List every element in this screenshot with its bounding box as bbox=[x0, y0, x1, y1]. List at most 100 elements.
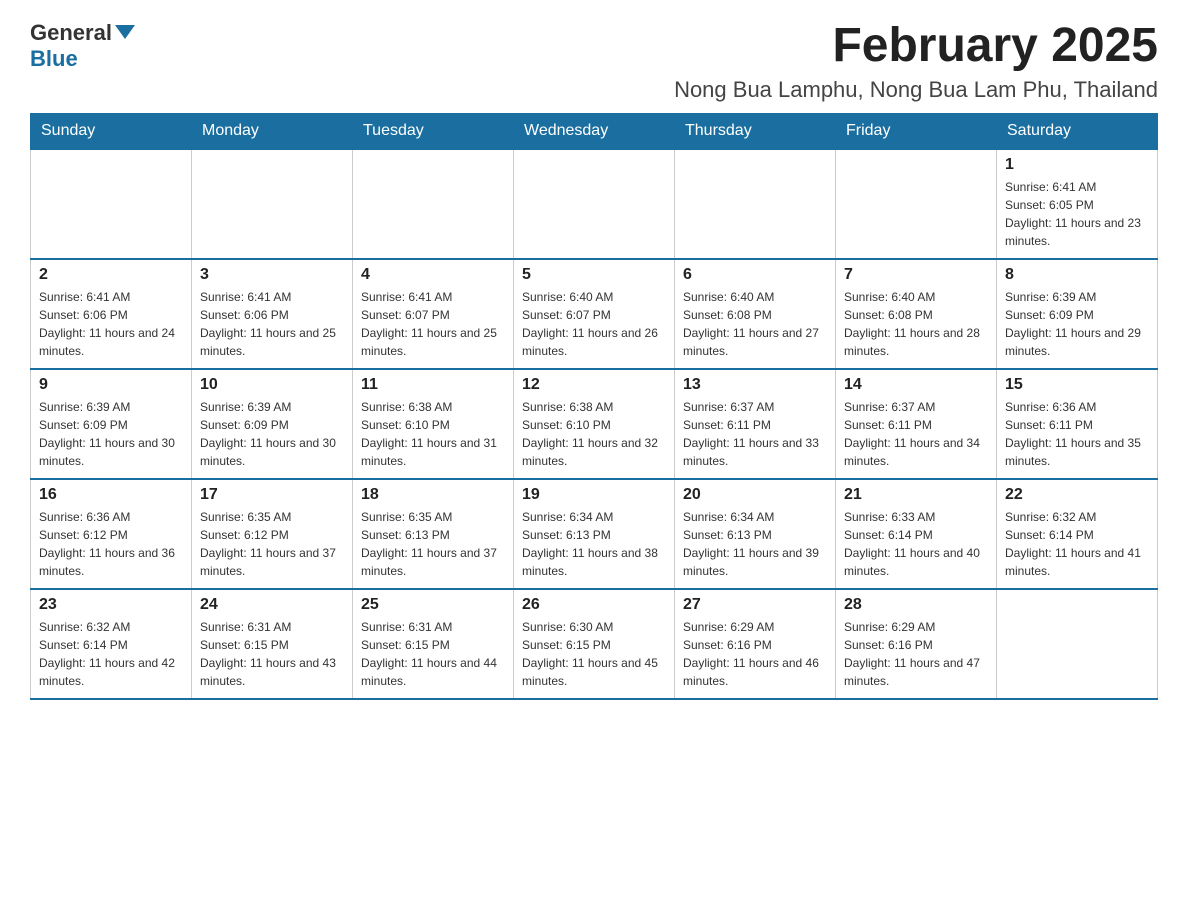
day-info: Sunrise: 6:35 AM Sunset: 6:13 PM Dayligh… bbox=[361, 508, 505, 580]
calendar-cell: 4Sunrise: 6:41 AM Sunset: 6:07 PM Daylig… bbox=[353, 259, 514, 369]
calendar-cell: 20Sunrise: 6:34 AM Sunset: 6:13 PM Dayli… bbox=[675, 479, 836, 589]
title-section: February 2025 Nong Bua Lamphu, Nong Bua … bbox=[674, 20, 1158, 103]
calendar-cell bbox=[353, 149, 514, 259]
calendar-cell: 11 Sunrise: 6:38 AM Sunset: 6:10 PM Dayli… bbox=[353, 369, 514, 479]
day-info: Sunrise: 6:35 AM Sunset: 6:12 PM Dayligh… bbox=[200, 508, 344, 580]
day-info: Sunrise: 6:39 AM Sunset: 6:09 PM Dayligh… bbox=[39, 398, 183, 470]
day-number: 19 bbox=[522, 486, 666, 504]
calendar-cell bbox=[997, 589, 1158, 699]
calendar-cell: 13Sunrise: 6:37 AM Sunset: 6:11 PM Dayli… bbox=[675, 369, 836, 479]
calendar-cell bbox=[192, 149, 353, 259]
calendar-cell bbox=[836, 149, 997, 259]
calendar-cell: 17 Sunrise: 6:35 AM Sunset: 6:12 PM Dayli… bbox=[192, 479, 353, 589]
day-info: Sunrise: 6:40 AM Sunset: 6:08 PM Dayligh… bbox=[844, 288, 988, 360]
calendar-cell: 18Sunrise: 6:35 AM Sunset: 6:13 PM Dayli… bbox=[353, 479, 514, 589]
day-info: Sunrise: 6:31 AM Sunset: 6:15 PM Dayligh… bbox=[200, 618, 344, 690]
column-header-sunday: Sunday bbox=[31, 113, 192, 149]
day-info: Sunrise: 6:41 AM Sunset: 6:05 PM Dayligh… bbox=[1005, 178, 1149, 250]
column-header-tuesday: Tuesday bbox=[353, 113, 514, 149]
day-info: Sunrise: 6:40 AM Sunset: 6:08 PM Dayligh… bbox=[683, 288, 827, 360]
calendar-cell: 16 Sunrise: 6:36 AM Sunset: 6:12 PM Dayli… bbox=[31, 479, 192, 589]
page-header: General Blue February 2025 Nong Bua Lamp… bbox=[30, 20, 1158, 103]
column-header-wednesday: Wednesday bbox=[514, 113, 675, 149]
day-number: 26 bbox=[522, 596, 666, 614]
calendar-cell: 6 Sunrise: 6:40 AM Sunset: 6:08 PM Daylig… bbox=[675, 259, 836, 369]
day-info: Sunrise: 6:41 AM Sunset: 6:06 PM Dayligh… bbox=[200, 288, 344, 360]
day-info: Sunrise: 6:34 AM Sunset: 6:13 PM Dayligh… bbox=[522, 508, 666, 580]
day-number: 10 bbox=[200, 376, 344, 394]
day-info: Sunrise: 6:36 AM Sunset: 6:11 PM Dayligh… bbox=[1005, 398, 1149, 470]
calendar-cell bbox=[675, 149, 836, 259]
day-number: 16 bbox=[39, 486, 183, 504]
day-number: 24 bbox=[200, 596, 344, 614]
day-info: Sunrise: 6:38 AM Sunset: 6:10 PM Dayligh… bbox=[522, 398, 666, 470]
calendar-cell: 8 Sunrise: 6:39 AM Sunset: 6:09 PM Daylig… bbox=[997, 259, 1158, 369]
day-number: 22 bbox=[1005, 486, 1149, 504]
day-info: Sunrise: 6:32 AM Sunset: 6:14 PM Dayligh… bbox=[39, 618, 183, 690]
day-number: 25 bbox=[361, 596, 505, 614]
calendar-cell: 9 Sunrise: 6:39 AM Sunset: 6:09 PM Daylig… bbox=[31, 369, 192, 479]
day-number: 21 bbox=[844, 486, 988, 504]
calendar-week-row: 9 Sunrise: 6:39 AM Sunset: 6:09 PM Daylig… bbox=[31, 369, 1158, 479]
column-header-friday: Friday bbox=[836, 113, 997, 149]
day-info: Sunrise: 6:30 AM Sunset: 6:15 PM Dayligh… bbox=[522, 618, 666, 690]
day-number: 9 bbox=[39, 376, 183, 394]
day-info: Sunrise: 6:36 AM Sunset: 6:12 PM Dayligh… bbox=[39, 508, 183, 580]
calendar-cell: 12 Sunrise: 6:38 AM Sunset: 6:10 PM Dayli… bbox=[514, 369, 675, 479]
day-number: 7 bbox=[844, 266, 988, 284]
calendar-cell: 27Sunrise: 6:29 AM Sunset: 6:16 PM Dayli… bbox=[675, 589, 836, 699]
column-header-saturday: Saturday bbox=[997, 113, 1158, 149]
day-number: 6 bbox=[683, 266, 827, 284]
day-number: 23 bbox=[39, 596, 183, 614]
day-info: Sunrise: 6:40 AM Sunset: 6:07 PM Dayligh… bbox=[522, 288, 666, 360]
calendar-week-row: 16 Sunrise: 6:36 AM Sunset: 6:12 PM Dayli… bbox=[31, 479, 1158, 589]
logo-blue-text: Blue bbox=[30, 46, 78, 72]
day-number: 1 bbox=[1005, 156, 1149, 174]
day-number: 8 bbox=[1005, 266, 1149, 284]
logo: General Blue bbox=[30, 20, 135, 72]
day-info: Sunrise: 6:32 AM Sunset: 6:14 PM Dayligh… bbox=[1005, 508, 1149, 580]
logo-arrow-icon bbox=[115, 25, 135, 39]
calendar-cell: 1 Sunrise: 6:41 AM Sunset: 6:05 PM Daylig… bbox=[997, 149, 1158, 259]
calendar-header-row: SundayMondayTuesdayWednesdayThursdayFrid… bbox=[31, 113, 1158, 149]
calendar-cell: 23 Sunrise: 6:32 AM Sunset: 6:14 PM Dayli… bbox=[31, 589, 192, 699]
day-info: Sunrise: 6:29 AM Sunset: 6:16 PM Dayligh… bbox=[683, 618, 827, 690]
calendar-week-row: 2 Sunrise: 6:41 AM Sunset: 6:06 PM Daylig… bbox=[31, 259, 1158, 369]
calendar-cell: 15Sunrise: 6:36 AM Sunset: 6:11 PM Dayli… bbox=[997, 369, 1158, 479]
calendar-table: SundayMondayTuesdayWednesdayThursdayFrid… bbox=[30, 113, 1158, 700]
calendar-cell: 21 Sunrise: 6:33 AM Sunset: 6:14 PM Dayli… bbox=[836, 479, 997, 589]
calendar-week-row: 23 Sunrise: 6:32 AM Sunset: 6:14 PM Dayli… bbox=[31, 589, 1158, 699]
calendar-cell: 7 Sunrise: 6:40 AM Sunset: 6:08 PM Daylig… bbox=[836, 259, 997, 369]
calendar-cell: 19 Sunrise: 6:34 AM Sunset: 6:13 PM Dayli… bbox=[514, 479, 675, 589]
calendar-cell bbox=[31, 149, 192, 259]
day-number: 13 bbox=[683, 376, 827, 394]
day-number: 20 bbox=[683, 486, 827, 504]
calendar-cell: 22 Sunrise: 6:32 AM Sunset: 6:14 PM Dayli… bbox=[997, 479, 1158, 589]
month-title: February 2025 bbox=[674, 20, 1158, 73]
day-info: Sunrise: 6:39 AM Sunset: 6:09 PM Dayligh… bbox=[1005, 288, 1149, 360]
day-number: 28 bbox=[844, 596, 988, 614]
day-info: Sunrise: 6:38 AM Sunset: 6:10 PM Dayligh… bbox=[361, 398, 505, 470]
day-number: 5 bbox=[522, 266, 666, 284]
calendar-cell: 26 Sunrise: 6:30 AM Sunset: 6:15 PM Dayli… bbox=[514, 589, 675, 699]
calendar-cell: 14Sunrise: 6:37 AM Sunset: 6:11 PM Dayli… bbox=[836, 369, 997, 479]
day-number: 3 bbox=[200, 266, 344, 284]
day-number: 11 bbox=[361, 376, 505, 394]
day-info: Sunrise: 6:39 AM Sunset: 6:09 PM Dayligh… bbox=[200, 398, 344, 470]
calendar-cell: 28 Sunrise: 6:29 AM Sunset: 6:16 PM Dayli… bbox=[836, 589, 997, 699]
day-number: 12 bbox=[522, 376, 666, 394]
day-number: 2 bbox=[39, 266, 183, 284]
calendar-cell bbox=[514, 149, 675, 259]
location-title: Nong Bua Lamphu, Nong Bua Lam Phu, Thail… bbox=[674, 77, 1158, 103]
calendar-cell: 2 Sunrise: 6:41 AM Sunset: 6:06 PM Daylig… bbox=[31, 259, 192, 369]
column-header-thursday: Thursday bbox=[675, 113, 836, 149]
day-number: 17 bbox=[200, 486, 344, 504]
column-header-monday: Monday bbox=[192, 113, 353, 149]
calendar-cell: 24 Sunrise: 6:31 AM Sunset: 6:15 PM Dayli… bbox=[192, 589, 353, 699]
day-info: Sunrise: 6:41 AM Sunset: 6:06 PM Dayligh… bbox=[39, 288, 183, 360]
calendar-cell: 10 Sunrise: 6:39 AM Sunset: 6:09 PM Dayli… bbox=[192, 369, 353, 479]
day-info: Sunrise: 6:33 AM Sunset: 6:14 PM Dayligh… bbox=[844, 508, 988, 580]
day-info: Sunrise: 6:29 AM Sunset: 6:16 PM Dayligh… bbox=[844, 618, 988, 690]
day-number: 14 bbox=[844, 376, 988, 394]
day-info: Sunrise: 6:31 AM Sunset: 6:15 PM Dayligh… bbox=[361, 618, 505, 690]
